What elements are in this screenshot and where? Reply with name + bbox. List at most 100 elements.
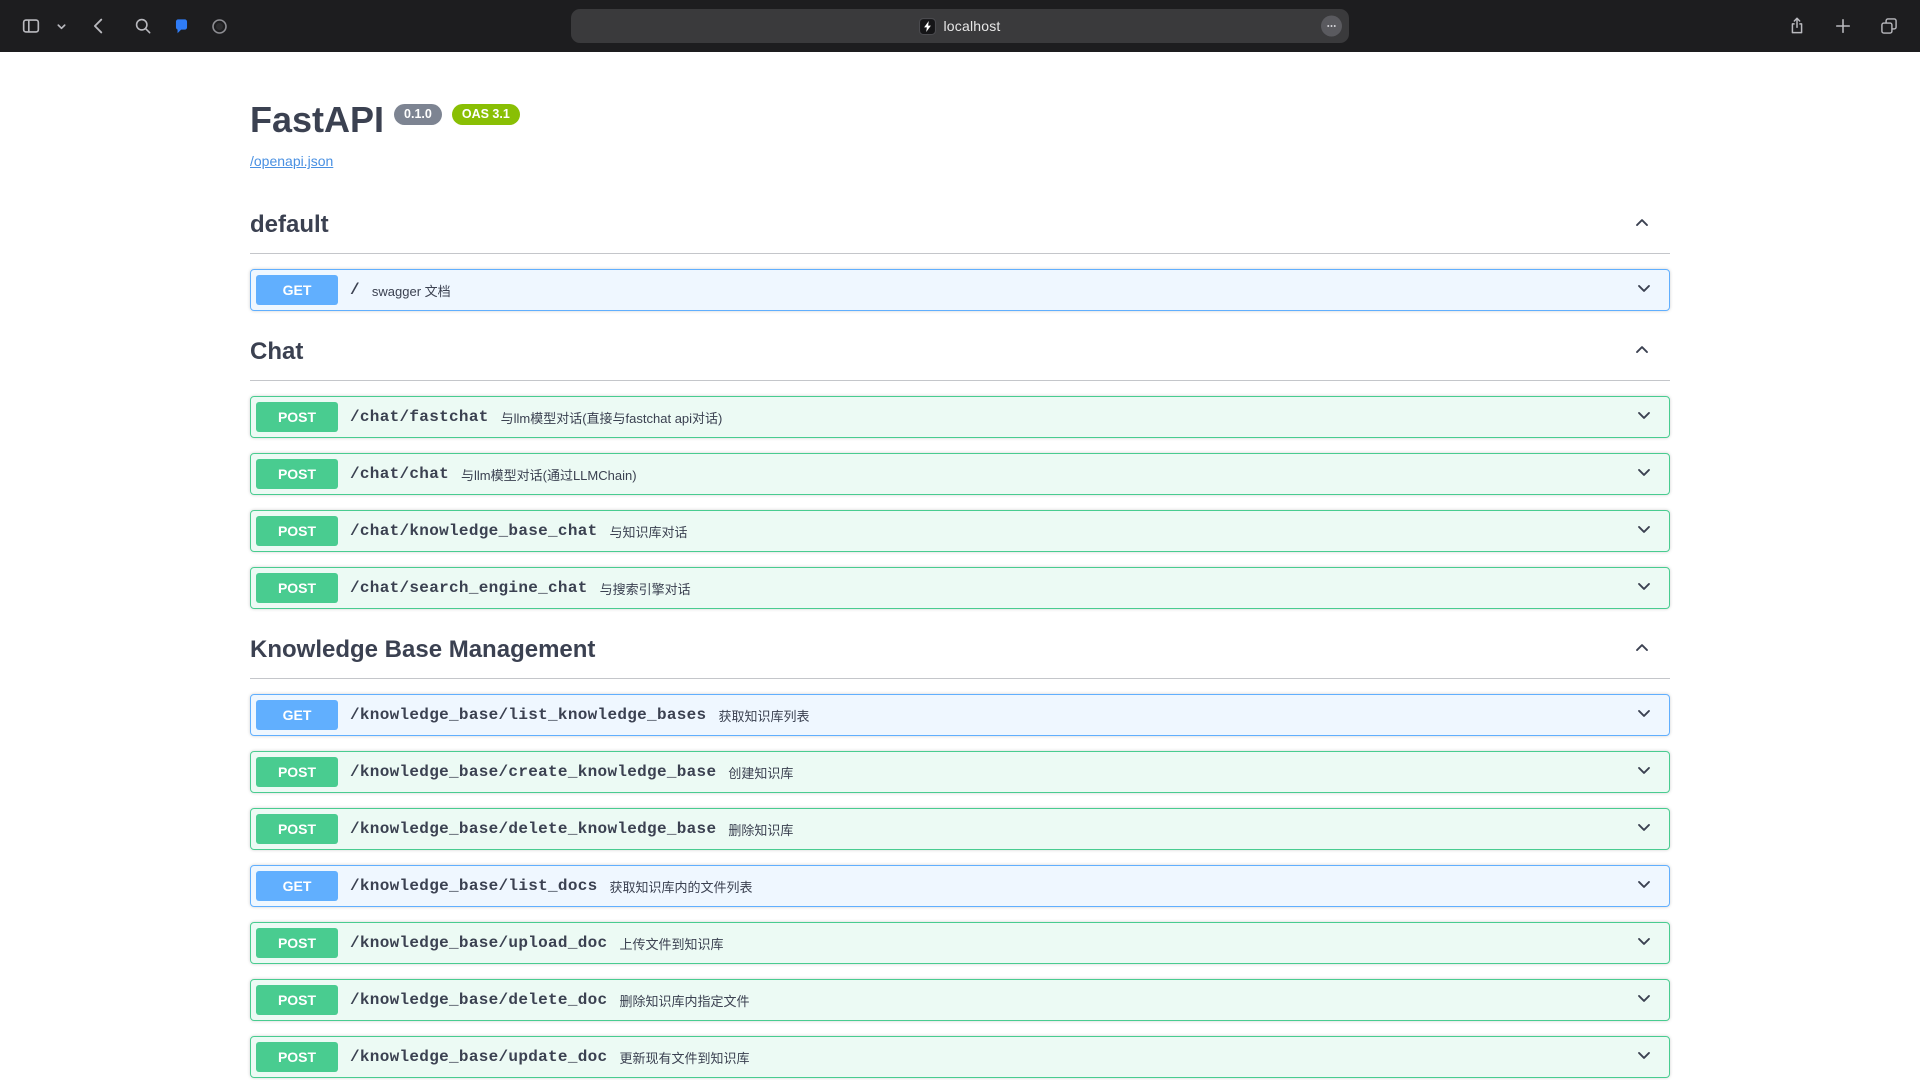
method-badge: POST [256, 757, 338, 787]
version-badge: 0.1.0 [394, 104, 442, 125]
expand-endpoint-button[interactable] [1634, 1045, 1654, 1070]
expand-endpoint-button[interactable] [1634, 405, 1654, 430]
tag-section: Knowledge Base Management GET /knowledge… [250, 624, 1670, 1080]
endpoint-path: /knowledge_base/delete_doc [338, 991, 619, 1009]
endpoint-description: 创建知识库 [728, 763, 793, 782]
new-tab-button[interactable] [1826, 10, 1860, 42]
method-badge: GET [256, 275, 338, 305]
back-arrow-icon [88, 15, 110, 37]
endpoint-row[interactable]: GET /knowledge_base/list_docs 获取知识库内的文件列… [250, 865, 1670, 907]
expand-endpoint-button[interactable] [1634, 760, 1654, 785]
chevron-down-icon [56, 21, 67, 32]
sections: default GET / swagger 文档 Chat [250, 199, 1670, 1080]
chevron-down-icon [1634, 931, 1654, 951]
endpoint-row[interactable]: POST /knowledge_base/update_doc 更新现有文件到知… [250, 1036, 1670, 1078]
endpoint-row[interactable]: GET / swagger 文档 [250, 269, 1670, 311]
endpoint-description: 与llm模型对话(直接与fastchat api对话) [501, 408, 723, 427]
page-title: FastAPI 0.1.0 OAS 3.1 [250, 98, 1670, 141]
chevron-down-icon [1634, 1045, 1654, 1065]
browser-toolbar: localhost [0, 0, 1920, 52]
section-title: Knowledge Base Management [250, 636, 595, 664]
method-badge: POST [256, 573, 338, 603]
expand-endpoint-button[interactable] [1634, 988, 1654, 1013]
openapi-spec-link[interactable]: /openapi.json [250, 153, 333, 169]
endpoint-path: /chat/chat [338, 465, 461, 483]
endpoint-description: 与知识库对话 [610, 522, 688, 541]
swagger-page: FastAPI 0.1.0 OAS 3.1 /openapi.json defa… [0, 52, 1920, 1080]
method-badge: POST [256, 814, 338, 844]
share-button[interactable] [1780, 10, 1814, 42]
endpoint-row[interactable]: POST /chat/knowledge_base_chat 与知识库对话 [250, 510, 1670, 552]
endpoint-row[interactable]: POST /chat/search_engine_chat 与搜索引擎对话 [250, 567, 1670, 609]
address-bar[interactable]: localhost [571, 9, 1349, 43]
section-title: default [250, 211, 329, 239]
method-badge: POST [256, 1042, 338, 1072]
tab-overview-button[interactable] [1872, 10, 1906, 42]
expand-endpoint-button[interactable] [1634, 703, 1654, 728]
endpoint-row[interactable]: POST /knowledge_base/create_knowledge_ba… [250, 751, 1670, 793]
collapse-section-button[interactable] [1632, 638, 1652, 663]
page-settings-button[interactable] [1321, 16, 1342, 37]
endpoint-path: / [338, 281, 372, 299]
section-endpoints: POST /chat/fastchat 与llm模型对话(直接与fastchat… [250, 396, 1670, 609]
endpoint-row[interactable]: POST /knowledge_base/upload_doc 上传文件到知识库 [250, 922, 1670, 964]
endpoint-row[interactable]: POST /knowledge_base/delete_knowledge_ba… [250, 808, 1670, 850]
endpoint-row[interactable]: POST /knowledge_base/delete_doc 删除知识库内指定… [250, 979, 1670, 1021]
endpoint-path: /knowledge_base/upload_doc [338, 934, 619, 952]
chevron-down-icon [1634, 817, 1654, 837]
endpoint-row[interactable]: POST /chat/fastchat 与llm模型对话(直接与fastchat… [250, 396, 1670, 438]
method-badge: POST [256, 985, 338, 1015]
tag-section: default GET / swagger 文档 [250, 199, 1670, 311]
collapse-section-button[interactable] [1632, 340, 1652, 365]
expand-endpoint-button[interactable] [1634, 576, 1654, 601]
sidebar-icon [20, 15, 42, 37]
url-text: localhost [943, 18, 1000, 34]
chevron-up-icon [1632, 213, 1652, 233]
endpoint-path: /knowledge_base/list_docs [338, 877, 610, 895]
chevron-up-icon [1632, 638, 1652, 658]
endpoint-description: 删除知识库 [728, 820, 793, 839]
expand-endpoint-button[interactable] [1634, 931, 1654, 956]
section-header[interactable]: default [250, 199, 1670, 254]
sidebar-menu-chevron[interactable] [52, 10, 70, 42]
endpoint-path: /chat/fastchat [338, 408, 501, 426]
endpoint-description: 获取知识库内的文件列表 [610, 877, 753, 896]
section-header[interactable]: Knowledge Base Management [250, 624, 1670, 679]
endpoint-path: /chat/search_engine_chat [338, 579, 600, 597]
expand-endpoint-button[interactable] [1634, 519, 1654, 544]
chevron-down-icon [1634, 405, 1654, 425]
expand-endpoint-button[interactable] [1634, 817, 1654, 842]
endpoint-path: /knowledge_base/update_doc [338, 1048, 619, 1066]
endpoint-row[interactable]: GET /knowledge_base/list_knowledge_bases… [250, 694, 1670, 736]
chevron-down-icon [1634, 462, 1654, 482]
endpoint-path: /knowledge_base/create_knowledge_base [338, 763, 728, 781]
endpoint-description: 与llm模型对话(通过LLMChain) [461, 465, 637, 484]
method-badge: GET [256, 871, 338, 901]
endpoint-description: 更新现有文件到知识库 [619, 1048, 749, 1067]
endpoint-path: /chat/knowledge_base_chat [338, 522, 610, 540]
chevron-down-icon [1634, 988, 1654, 1008]
method-badge: GET [256, 700, 338, 730]
back-button[interactable] [82, 10, 116, 42]
search-icon [133, 16, 153, 36]
endpoint-description: swagger 文档 [372, 281, 451, 300]
extension-button-blue[interactable] [164, 10, 198, 42]
oas-badge: OAS 3.1 [452, 104, 520, 125]
expand-endpoint-button[interactable] [1634, 874, 1654, 899]
extension-button-record[interactable] [202, 10, 236, 42]
chevron-down-icon [1634, 703, 1654, 723]
chevron-down-icon [1634, 519, 1654, 539]
endpoint-path: /knowledge_base/delete_knowledge_base [338, 820, 728, 838]
endpoint-description: 上传文件到知识库 [619, 934, 723, 953]
section-header[interactable]: Chat [250, 326, 1670, 381]
collapse-section-button[interactable] [1632, 213, 1652, 238]
record-extension-icon [210, 17, 229, 36]
endpoint-description: 删除知识库内指定文件 [619, 991, 749, 1010]
site-favicon [919, 18, 936, 35]
endpoint-row[interactable]: POST /chat/chat 与llm模型对话(通过LLMChain) [250, 453, 1670, 495]
method-badge: POST [256, 516, 338, 546]
sidebar-toggle-button[interactable] [14, 10, 48, 42]
expand-endpoint-button[interactable] [1634, 462, 1654, 487]
search-button[interactable] [126, 10, 160, 42]
expand-endpoint-button[interactable] [1634, 278, 1654, 303]
